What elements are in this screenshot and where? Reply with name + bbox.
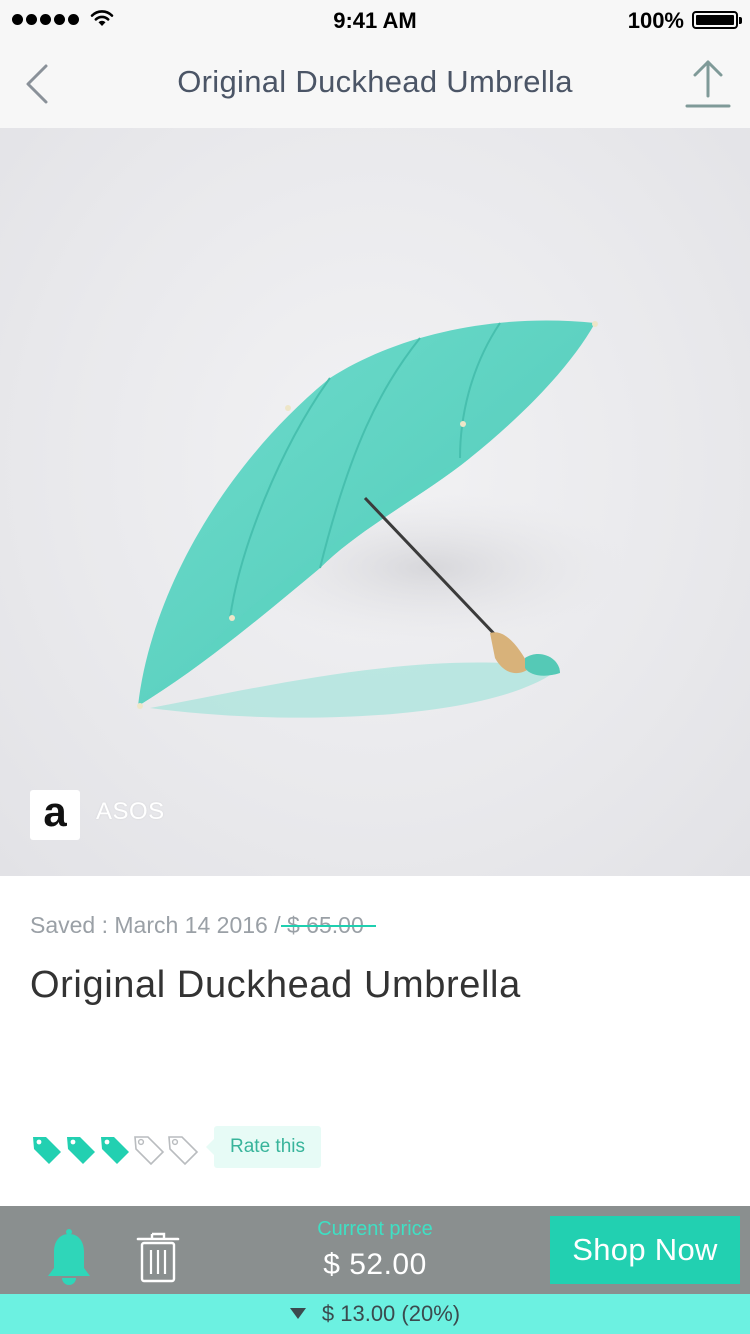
triangle-down-icon xyxy=(289,1307,306,1319)
price-tag-icon-empty[interactable] xyxy=(166,1132,200,1168)
share-upload-icon[interactable] xyxy=(684,58,732,112)
battery-icon xyxy=(692,11,742,29)
navigation-bar: Original Duckhead Umbrella xyxy=(0,40,750,128)
status-bar: 9:41 AM 100% xyxy=(0,0,750,40)
store-name[interactable]: ASOS xyxy=(96,798,165,826)
current-price: $ 52.00 xyxy=(323,1248,427,1281)
chevron-left-icon[interactable] xyxy=(16,60,60,108)
trash-icon[interactable] xyxy=(136,1230,180,1284)
price-drop-bar: $ 13.00 (20%) xyxy=(0,1294,750,1334)
bottom-action-bar: Current price $ 52.00 Shop Now xyxy=(0,1206,750,1294)
shop-now-button[interactable]: Shop Now xyxy=(550,1216,740,1284)
price-tag-icon-empty[interactable] xyxy=(132,1132,166,1168)
product-details: Saved : March 14 2016 / $ 65.00 Original… xyxy=(0,876,750,1206)
umbrella-illustration xyxy=(137,320,630,718)
saved-info: Saved : March 14 2016 / $ 65.00 xyxy=(30,912,364,939)
price-tag-icon-filled[interactable] xyxy=(98,1132,132,1168)
original-price: $ 65.00 xyxy=(287,912,364,938)
rate-this-button[interactable]: Rate this xyxy=(206,1126,321,1168)
battery-percent: 100% xyxy=(627,8,684,33)
current-price-label: Current price xyxy=(317,1218,433,1240)
bell-icon[interactable] xyxy=(44,1228,94,1288)
page-title: Original Duckhead Umbrella xyxy=(177,64,573,99)
product-name: Original Duckhead Umbrella xyxy=(30,964,521,1006)
saved-date: Saved : March 14 2016 / xyxy=(30,912,281,938)
product-image[interactable]: a ASOS xyxy=(0,128,750,876)
price-tag-icon-filled[interactable] xyxy=(30,1132,64,1168)
rating-tags[interactable] xyxy=(30,1132,200,1168)
price-drop-amount: $ 13.00 (20%) xyxy=(321,1301,461,1326)
price-tag-icon-filled[interactable] xyxy=(64,1132,98,1168)
store-logo[interactable]: a xyxy=(30,790,80,840)
